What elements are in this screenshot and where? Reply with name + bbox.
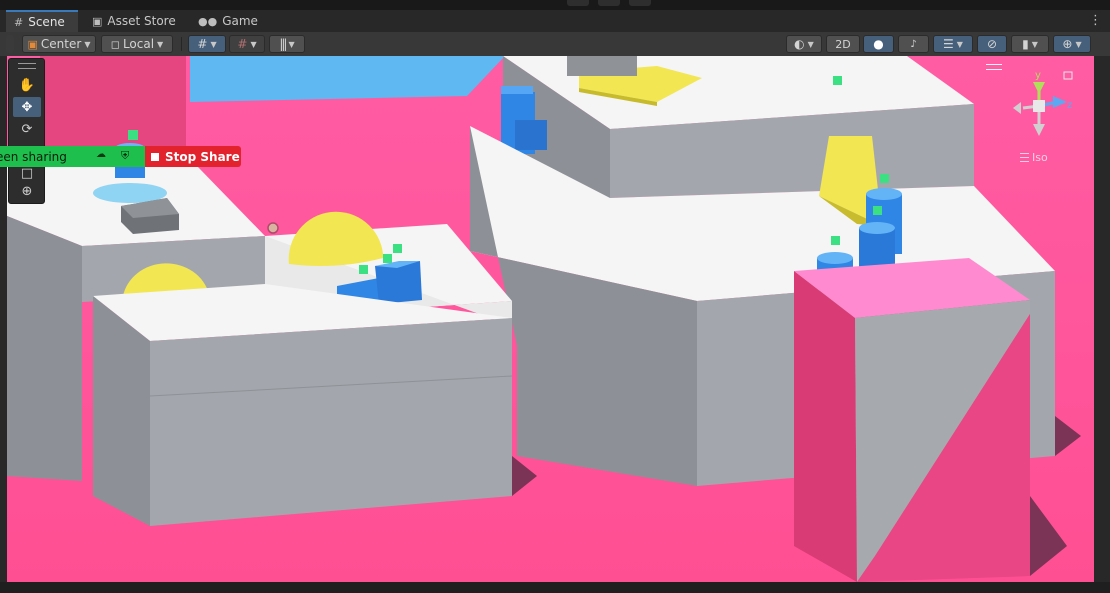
transform-tool[interactable]: ⊕	[13, 181, 41, 201]
projection-toggle[interactable]: Iso	[1020, 151, 1048, 164]
hand-tool[interactable]: ✋	[13, 75, 41, 95]
rotate-icon: ⟳	[21, 121, 33, 137]
chevron-down-icon: ▼	[1031, 39, 1038, 49]
collectible	[393, 244, 402, 253]
menu-lines-icon	[1020, 153, 1029, 162]
collectible	[833, 76, 842, 85]
pivot-rotation-label: Local	[122, 37, 155, 51]
shading-sphere-icon: ◐	[794, 37, 805, 51]
more-options-icon[interactable]: ⋮	[1089, 12, 1102, 30]
screen-sharing-label: een sharing	[0, 149, 67, 164]
bottom-panel-edge	[0, 582, 1110, 593]
chevron-down-icon: ▼	[210, 39, 217, 49]
collectible	[359, 265, 368, 274]
collectible	[383, 254, 392, 263]
pivot-rotation-dropdown[interactable]: ◻ Local ▼	[101, 35, 173, 53]
gamepad-icon: ●●	[198, 14, 218, 28]
chevron-down-icon: ▼	[250, 39, 257, 49]
window-control[interactable]	[629, 0, 651, 6]
chevron-down-icon: ▼	[956, 39, 963, 49]
shield-icon: ⛨	[121, 149, 130, 162]
toggle-2d-label: 2D	[835, 37, 851, 51]
pivot-center-icon: ▣	[27, 37, 38, 51]
tab-label: Game	[222, 14, 258, 28]
gizmo-globe-icon: ⊕	[1062, 37, 1073, 51]
svg-text:y: y	[1035, 70, 1041, 81]
rotate-tool[interactable]: ⟳	[13, 119, 41, 139]
transform-icon: ⊕	[21, 183, 33, 199]
eye-slash-icon: ⊘	[986, 37, 998, 51]
effects-dropdown[interactable]: ☰ ▼	[933, 35, 973, 53]
pivot-mode-dropdown[interactable]: ▣ Center ▼	[22, 35, 96, 53]
toolbar-separator	[181, 37, 182, 51]
stop-share-button[interactable]: Stop Share	[145, 146, 241, 167]
right-panel-edge	[1094, 56, 1110, 582]
overlay-menu-icon[interactable]	[986, 64, 1002, 70]
effects-layers-icon: ☰	[943, 37, 954, 51]
cloud-icon: ☁	[96, 149, 106, 160]
screen-sharing-banner: een sharing ☁ ⛨	[0, 146, 145, 167]
rect-icon: □	[20, 165, 34, 181]
window-control[interactable]	[598, 0, 620, 6]
pink-cube-side	[794, 271, 857, 582]
camera-settings-dropdown[interactable]: ▮ ▼	[1011, 35, 1049, 53]
scene-viewport[interactable]: y z Iso	[7, 56, 1094, 582]
chevron-down-icon: ▼	[807, 39, 814, 49]
snap-grid-icon: #	[237, 37, 248, 51]
toolbar-grip[interactable]	[6, 35, 14, 53]
collectible	[873, 206, 882, 215]
gizmos-dropdown[interactable]: ⊕ ▼	[1053, 35, 1091, 53]
water-plane	[190, 56, 505, 102]
chevron-down-icon: ▼	[288, 39, 295, 49]
draw-mode-dropdown[interactable]: ◐ ▼	[786, 35, 822, 53]
light-bulb-icon: ●	[873, 37, 884, 51]
hand-icon: ✋	[18, 77, 36, 93]
projection-label: Iso	[1032, 151, 1048, 164]
local-cube-icon: ◻	[110, 37, 120, 51]
grid-visibility-dropdown[interactable]: # ▼	[188, 35, 226, 53]
window-title-bar	[0, 0, 1110, 10]
collectible	[831, 236, 840, 245]
move-tool[interactable]: ✥	[13, 97, 41, 117]
tab-asset-store[interactable]: ▣ Asset Store	[84, 10, 186, 32]
svg-text:z: z	[1067, 100, 1072, 111]
collectible	[880, 174, 889, 183]
increment-snap-icon: |||	[279, 37, 287, 51]
tab-scene[interactable]: # Scene	[6, 10, 78, 32]
hidden-objects-button[interactable]: ⊘	[977, 35, 1007, 53]
tool-palette: ✋ ✥ ⟳ ▢ □ ⊕	[8, 58, 45, 204]
grid-icon: #	[197, 37, 208, 51]
light-gizmo	[267, 222, 279, 234]
camera-icon: ▮	[1022, 37, 1029, 51]
stop-share-label: Stop Share	[165, 149, 240, 164]
platform-side	[150, 318, 512, 526]
window-control[interactable]	[567, 0, 589, 6]
tab-bar: # Scene ▣ Asset Store ●● Game	[0, 10, 1110, 33]
pivot-mode-label: Center	[40, 37, 82, 51]
audio-toggle-button[interactable]: ♪	[898, 35, 929, 53]
toggle-2d-button[interactable]: 2D	[826, 35, 860, 53]
tab-game[interactable]: ●● Game	[190, 10, 260, 32]
chevron-down-icon: ▼	[1075, 39, 1082, 49]
tab-label: Asset Store	[107, 14, 176, 28]
scene-toolbar: ▣ Center ▼ ◻ Local ▼ # ▼ # ▼ ||| ▼ ◐ ▼ 2…	[0, 32, 1110, 57]
scene-lighting-button[interactable]: ●	[863, 35, 894, 53]
tab-label: Scene	[28, 15, 65, 29]
palette-grip-icon[interactable]	[18, 63, 36, 69]
scene-render: y z	[7, 56, 1094, 582]
stop-icon	[151, 152, 159, 161]
move-icon: ✥	[21, 99, 33, 115]
left-panel-edge	[0, 56, 7, 582]
asset-store-icon: ▣	[92, 14, 103, 28]
audio-mute-icon: ♪	[910, 38, 917, 50]
chevron-down-icon: ▼	[84, 39, 91, 49]
increment-snap-dropdown[interactable]: ||| ▼	[269, 35, 305, 53]
collectible	[128, 130, 138, 140]
grid-snapping-dropdown[interactable]: # ▼	[229, 35, 265, 53]
scene-grid-icon: #	[14, 15, 24, 29]
chevron-down-icon: ▼	[157, 39, 164, 49]
